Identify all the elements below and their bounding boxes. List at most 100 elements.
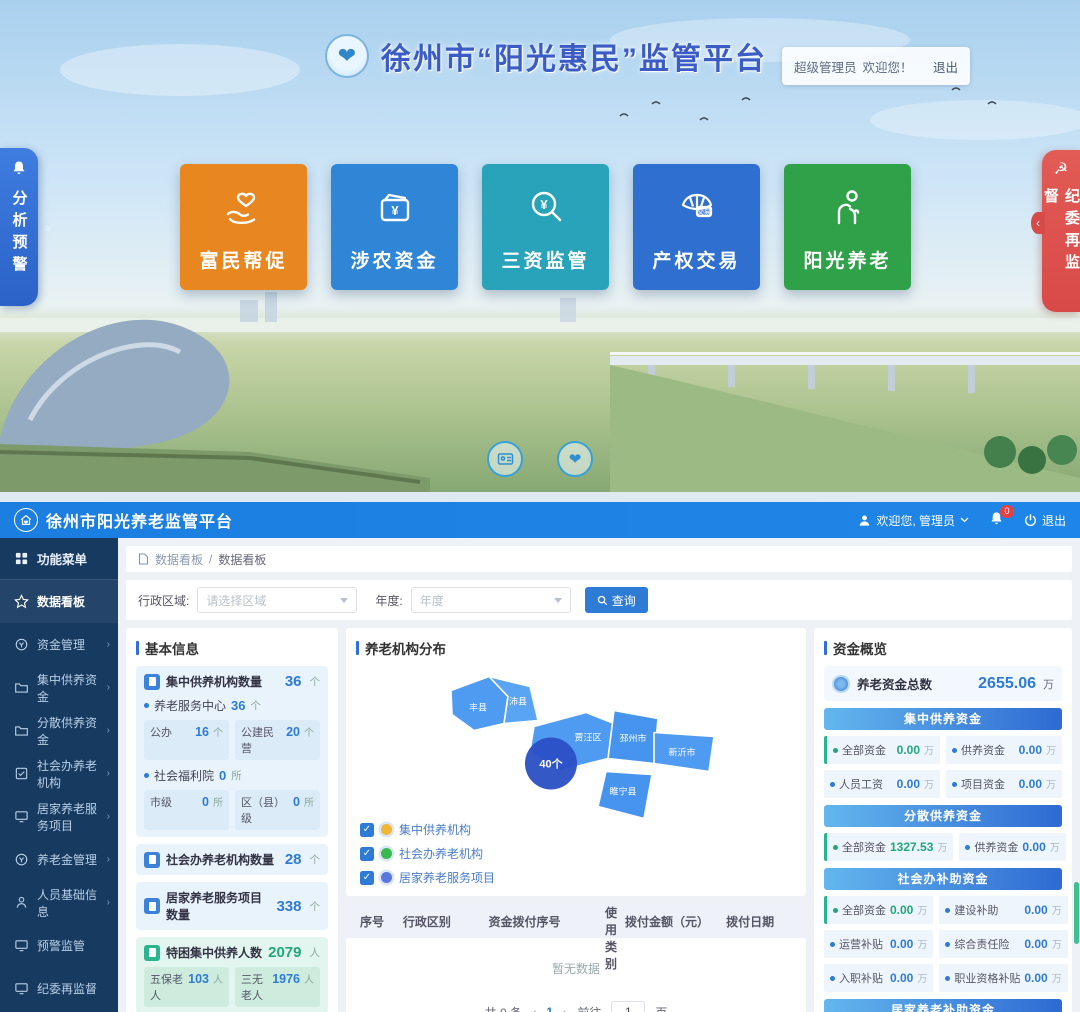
fund-item: 项目资金0.00万 bbox=[946, 770, 1062, 798]
sub-row-label: 养老服务中心 bbox=[154, 697, 226, 714]
card-unit: 个 bbox=[310, 674, 321, 689]
sub-row-value: 0 bbox=[219, 768, 226, 783]
sub-row-unit: 个 bbox=[250, 698, 261, 713]
checkbox-checked-icon[interactable]: ✓ bbox=[360, 823, 374, 837]
logout-button[interactable]: 退出 bbox=[1024, 512, 1066, 529]
hero-title: 徐州市“阳光惠民”监管平台 bbox=[381, 34, 767, 78]
tile-fumin-bangcu[interactable]: 富民帮促 bbox=[180, 164, 307, 290]
next-page-button[interactable]: › bbox=[563, 1005, 567, 1012]
basic-info-title: 基本信息 bbox=[136, 638, 328, 658]
chevron-right-icon: › bbox=[107, 811, 110, 822]
idcard-fab-button[interactable] bbox=[487, 441, 523, 477]
region-select[interactable]: 请选择区域 bbox=[197, 587, 357, 613]
year-filter-label: 年度: bbox=[375, 592, 402, 609]
tile-label: 产权交易 bbox=[652, 246, 740, 273]
sidebar-item-warning-supervision[interactable]: 预警监管 bbox=[0, 924, 118, 967]
sidebar-item-personnel-info[interactable]: 人员基础信息› bbox=[0, 881, 118, 924]
sidebar-item-home-service-projects[interactable]: 居家养老服务项目 › bbox=[0, 795, 118, 838]
user-menu[interactable]: 欢迎您, 管理员 bbox=[858, 512, 969, 529]
tile-shenong-zijin[interactable]: ¥ 涉农资金 bbox=[331, 164, 458, 290]
chevron-left-icon[interactable]: ‹ bbox=[1031, 212, 1045, 234]
col-amount: 拨付金额（元） bbox=[621, 913, 722, 930]
filter-bar: 行政区域: 请选择区域 年度: 年度 查询 bbox=[126, 580, 1072, 620]
tile-yangguang-yanglao[interactable]: 阳光养老 bbox=[784, 164, 911, 290]
total-count: 共 0 条 bbox=[485, 1004, 522, 1012]
green-marker-icon bbox=[381, 848, 392, 859]
star-icon bbox=[14, 594, 29, 609]
discipline-supervision-tab[interactable]: ☭ 纪委再监督 ‹ bbox=[1042, 150, 1080, 312]
bell-icon bbox=[11, 160, 27, 180]
discipline-supervision-label: 纪委再监督 bbox=[1040, 188, 1080, 296]
fund-item: 综合责任险0.00万 bbox=[939, 930, 1067, 958]
chevron-right-icon: › bbox=[107, 897, 110, 908]
blue-marker-icon bbox=[381, 872, 392, 883]
chevron-right-icon: › bbox=[107, 682, 110, 693]
notifications-bell-button[interactable]: 0 bbox=[989, 511, 1004, 529]
page-input[interactable] bbox=[611, 1001, 645, 1012]
sidebar-item-discipline-resupervision[interactable]: 纪委再监督 bbox=[0, 967, 118, 1010]
checkbox-checked-icon[interactable]: ✓ bbox=[360, 871, 374, 885]
health-heart-fab-button[interactable]: ❤ bbox=[557, 441, 593, 477]
funds-panel-title: 资金概览 bbox=[824, 638, 1062, 658]
monitor-icon bbox=[14, 981, 29, 996]
map-legend-centralized[interactable]: ✓ 集中供养机构 bbox=[360, 821, 495, 838]
sidebar-item-decentralized-fund[interactable]: 分散供养资金› bbox=[0, 709, 118, 752]
tile-sanzi-jianguan[interactable]: ¥ 三资监管 bbox=[482, 164, 609, 290]
analysis-warning-tab[interactable]: 分析预警 › bbox=[0, 148, 38, 306]
map-legend-social[interactable]: ✓ 社会办养老机构 bbox=[360, 845, 495, 862]
map-panel-title: 养老机构分布 bbox=[356, 638, 796, 658]
breadcrumb: 数据看板 / 数据看板 bbox=[126, 546, 1072, 572]
main-content: 数据看板 / 数据看板 行政区域: 请选择区域 年度: 年度 查询 bbox=[118, 538, 1080, 1012]
document-icon bbox=[138, 553, 149, 565]
table-header-row: 序号 行政区别 资金拨付序号 资金使用类别 拨付金额（元） 拨付日期 bbox=[346, 904, 806, 938]
tile-label: 富民帮促 bbox=[199, 246, 287, 273]
hero-logout-button[interactable]: 退出 bbox=[933, 57, 958, 76]
map-bubble-label: 40个 bbox=[539, 757, 563, 771]
menu-title: 功能菜单 bbox=[37, 549, 87, 568]
welcome-user-text: 欢迎您, 管理员 bbox=[876, 512, 955, 529]
goto-label: 前往 bbox=[577, 1004, 601, 1012]
map-legend-home-service[interactable]: ✓ 居家养老服务项目 bbox=[360, 869, 495, 886]
sidebar-item-label: 纪委再监督 bbox=[37, 980, 97, 997]
page: ❤ 徐州市“阳光惠民”监管平台 超级管理员 欢迎您！ 退出 分析预警 › ☭ 纪… bbox=[0, 0, 1080, 1012]
fund-item: 供养资金0.00万 bbox=[946, 736, 1062, 764]
sidebar-item-fund-mgmt[interactable]: 资金管理› bbox=[0, 623, 118, 666]
stat-chip: 区（县）级 0 所 bbox=[235, 790, 320, 830]
sidebar-item-label: 预警监管 bbox=[37, 937, 85, 954]
folder-icon bbox=[14, 723, 29, 738]
doc-icon bbox=[144, 945, 160, 961]
scrollbar-thumb[interactable] bbox=[1074, 882, 1079, 944]
chevron-right-icon[interactable]: › bbox=[46, 220, 50, 235]
user-icon bbox=[858, 514, 871, 527]
fund-item: 入职补贴0.00万 bbox=[824, 964, 933, 992]
pagination: 共 0 条 ‹ 1 › 前往 页 bbox=[346, 993, 806, 1012]
sidebar-item-pension-mgmt[interactable]: 养老金管理› bbox=[0, 838, 118, 881]
checkbox-checked-icon[interactable]: ✓ bbox=[360, 847, 374, 861]
current-page-button[interactable]: 1 bbox=[546, 1005, 553, 1012]
sidebar-item-label: 居家养老服务项目 bbox=[37, 800, 99, 834]
year-select[interactable]: 年度 bbox=[411, 587, 571, 613]
svg-text:¥: ¥ bbox=[540, 197, 548, 212]
col-date: 拨付日期 bbox=[722, 913, 796, 930]
sidebar-menu-header: 功能菜单 bbox=[0, 538, 118, 580]
map-region-label: 丰县 bbox=[469, 702, 487, 713]
monitor-icon bbox=[14, 938, 29, 953]
party-emblem-icon: ☭ bbox=[1054, 162, 1068, 178]
dashboard-logo-icon bbox=[14, 508, 38, 532]
doc-icon bbox=[144, 852, 160, 868]
breadcrumb-root[interactable]: 数据看板 bbox=[155, 551, 203, 568]
tile-chanquan-jiaoyi[interactable]: 交易 产权交易 bbox=[633, 164, 760, 290]
coin-icon bbox=[14, 852, 29, 867]
sidebar-item-social-institutions[interactable]: 社会办养老机构› bbox=[0, 752, 118, 795]
search-button[interactable]: 查询 bbox=[585, 587, 648, 613]
sidebar-item-data-board[interactable]: 数据看板 bbox=[0, 580, 118, 623]
hero-user-box: 超级管理员 欢迎您！ 退出 bbox=[782, 47, 970, 85]
prev-page-button[interactable]: ‹ bbox=[532, 1005, 536, 1012]
sidebar-item-centralized-fund[interactable]: 集中供养资金› bbox=[0, 666, 118, 709]
trade-icon-text: 交易 bbox=[697, 207, 711, 216]
card-title: 集中供养机构数量 bbox=[166, 673, 279, 690]
wallet-yuan-icon: ¥ bbox=[369, 180, 421, 238]
fund-item: 供养资金0.00万 bbox=[959, 833, 1065, 861]
fund-item: 职业资格补贴0.00万 bbox=[939, 964, 1067, 992]
card-social-institutions: 社会办养老机构数量 28 个 bbox=[136, 844, 328, 875]
